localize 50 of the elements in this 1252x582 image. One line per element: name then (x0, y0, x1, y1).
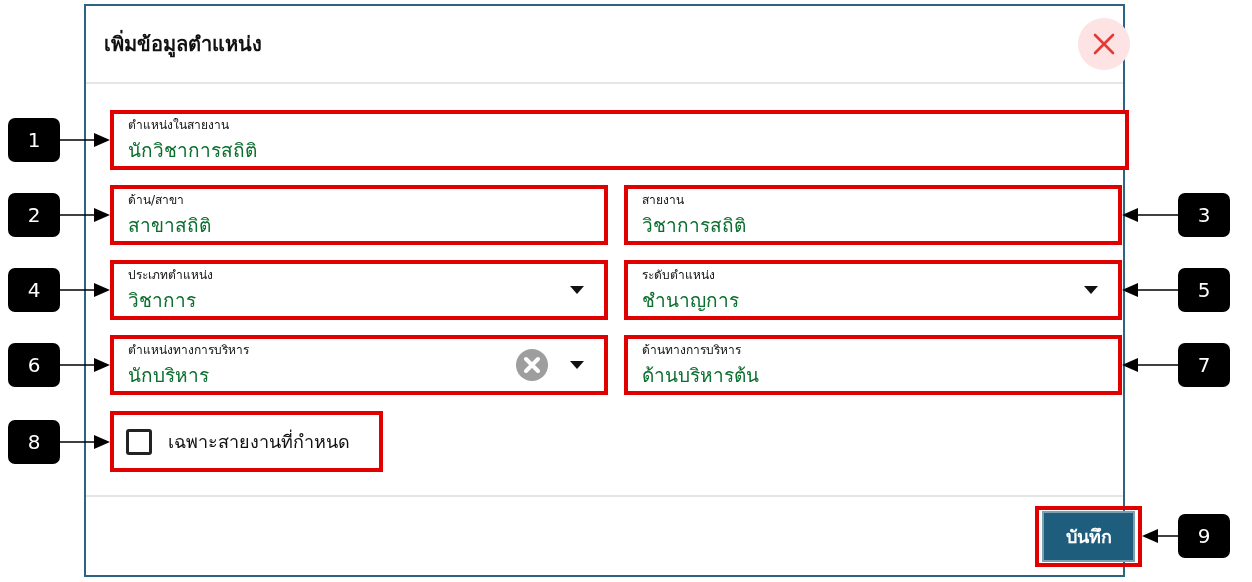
select-field[interactable]: ระดับตำแหน่ง ชำนาญการ (624, 260, 1122, 320)
callout-arrow (1122, 208, 1178, 222)
field-label: สายงาน (642, 192, 685, 209)
callout-arrow (60, 208, 110, 222)
callout-arrow (60, 358, 110, 372)
input-field[interactable]: สายงาน วิชาการสถิติ (624, 185, 1122, 245)
field-value: นักบริหาร (128, 363, 210, 388)
field-label: ตำแหน่งทางการบริหาร (128, 342, 250, 359)
callout-arrow (60, 133, 110, 147)
callout-number: 2 (8, 193, 60, 237)
field-value: วิชาการสถิติ (642, 213, 747, 238)
select-field[interactable]: ตำแหน่งทางการบริหาร นักบริหาร (110, 335, 608, 395)
dropdown-caret-icon[interactable] (570, 361, 584, 369)
callout-arrow (1122, 283, 1178, 297)
callout-number: 9 (1178, 514, 1230, 558)
callout-number: 5 (1178, 268, 1230, 312)
callout-arrow (60, 434, 110, 449)
select-field[interactable]: ประเภทตำแหน่ง วิชาการ (110, 260, 608, 320)
close-button[interactable] (1078, 18, 1130, 70)
callout-number: 6 (8, 343, 60, 387)
dialog-title: เพิ่มข้อมูลตำแหน่ง (104, 29, 262, 60)
field-label: ระดับตำแหน่ง (642, 267, 716, 284)
callout-arrow (1122, 358, 1178, 372)
callout-number: 1 (8, 118, 60, 162)
save-button[interactable]: บันทึก (1042, 510, 1135, 562)
field-value: ชำนาญการ (642, 288, 740, 313)
input-field[interactable]: ตำแหน่งในสายงาน นักวิชาการสถิติ (110, 110, 1129, 170)
checkbox-option[interactable]: เฉพาะสายงานที่กำหนด (110, 411, 383, 472)
callout-number: 8 (8, 419, 60, 464)
field-label: ตำแหน่งในสายงาน (128, 117, 230, 134)
callout-number: 7 (1178, 343, 1230, 387)
field-value: วิชาการ (128, 288, 197, 313)
callout-arrow (60, 283, 110, 297)
field-value: ด้านบริหารต้น (642, 363, 760, 388)
callout-number: 3 (1178, 193, 1230, 237)
field-label: ประเภทตำแหน่ง (128, 267, 214, 284)
input-field[interactable]: ด้านทางการบริหาร ด้านบริหารต้น (624, 335, 1122, 395)
field-value: สาขาสถิติ (128, 213, 212, 238)
dropdown-caret-icon[interactable] (570, 286, 584, 294)
checkbox-label: เฉพาะสายงานที่กำหนด (168, 428, 350, 454)
callout-number: 4 (8, 268, 60, 312)
field-value: นักวิชาการสถิติ (128, 138, 258, 163)
checkbox[interactable] (126, 428, 152, 455)
close-icon (1092, 32, 1116, 56)
input-field[interactable]: ด้าน/สาขา สาขาสถิติ (110, 185, 608, 245)
field-label: ด้าน/สาขา (128, 192, 186, 209)
field-label: ด้านทางการบริหาร (642, 342, 742, 359)
dropdown-caret-icon[interactable] (1084, 286, 1098, 294)
clear-icon[interactable] (516, 349, 548, 381)
callout-arrow (1142, 529, 1178, 543)
